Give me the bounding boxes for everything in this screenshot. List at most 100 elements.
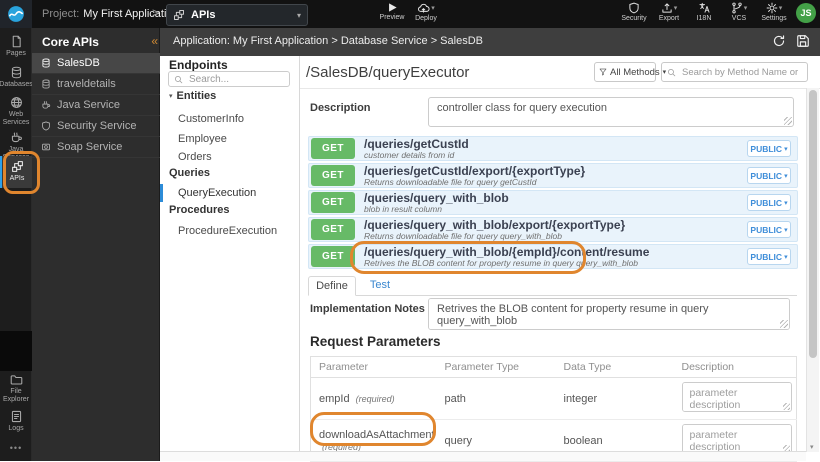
endpoint-row-query-with-blob[interactable]: GET /queries/query_with_blob blob in res… <box>308 190 798 215</box>
soap-icon <box>41 142 51 152</box>
wave-logo-icon <box>7 5 25 23</box>
left-sidebar: Pages Databases Web Services Java Servic… <box>0 28 33 461</box>
endpoint-row-getcustid-export[interactable]: GET /queries/getCustId/export/{exportTyp… <box>308 163 798 188</box>
method-search-input[interactable] <box>680 65 802 79</box>
core-api-item-traveldetails[interactable]: traveldetails <box>32 74 160 95</box>
deploy-button[interactable]: ▾ Deploy <box>408 2 444 22</box>
breadcrumb-separator: > <box>152 5 160 20</box>
procedures-section-header[interactable]: Procedures <box>169 204 230 216</box>
methods-filter-dropdown[interactable]: All Methods ▾ <box>594 62 666 82</box>
access-level-dropdown[interactable]: PUBLIC ▾ <box>747 248 791 265</box>
get-method-badge: GET <box>311 192 355 213</box>
core-api-item-salesdb[interactable]: SalesDB <box>32 53 160 74</box>
api-icon <box>11 160 24 173</box>
chevron-down-icon: ▾ <box>431 5 435 12</box>
implementation-notes-textarea[interactable]: Retrives the BLOB content for property r… <box>428 298 790 330</box>
scrollbar-down-arrow[interactable]: ▾ <box>810 443 814 451</box>
access-level-dropdown[interactable]: PUBLIC ▾ <box>747 194 791 211</box>
access-level-dropdown[interactable]: PUBLIC ▾ <box>747 140 791 157</box>
endpoints-search[interactable] <box>168 71 290 87</box>
search-icon <box>174 75 183 84</box>
endpoint-summary: Returns downloadable file for query getC… <box>364 177 537 187</box>
sidebar-item-pages[interactable]: Pages <box>0 35 32 58</box>
access-level-dropdown[interactable]: PUBLIC ▾ <box>747 221 791 238</box>
security-button[interactable]: Security <box>621 2 647 22</box>
request-parameters-table: Parameter Parameter Type Data Type Descr… <box>310 356 797 462</box>
save-icon[interactable] <box>796 34 810 48</box>
settings-button[interactable]: ▾ Settings <box>761 2 787 22</box>
sidebar-item-apis[interactable]: APIs <box>0 156 32 189</box>
preview-button[interactable]: Preview <box>374 2 410 21</box>
perspective-dropdown[interactable]: APIs ▾ <box>166 4 308 26</box>
col-data-type: Data Type <box>555 356 674 378</box>
endpoint-row-query-with-blob-content-resume[interactable]: GET /queries/query_with_blob/{empId}/con… <box>308 244 798 269</box>
endpoint-item-orders[interactable]: Orders <box>160 148 299 166</box>
sidebar-more-button[interactable]: ••• <box>0 443 32 453</box>
application-breadcrumb: Application: My First Application > Data… <box>173 35 483 47</box>
sidebar-item-web-services[interactable]: Web Services <box>0 96 32 127</box>
param-description-textarea[interactable] <box>681 424 792 454</box>
endpoint-item-procedureexecution[interactable]: ProcedureExecution <box>160 222 299 240</box>
chevron-down-icon: ▾ <box>296 10 301 20</box>
main-scrollbar[interactable]: ▾ <box>806 88 819 452</box>
chevron-down-icon: ▾ <box>784 172 788 180</box>
endpoints-search-input[interactable] <box>187 72 277 86</box>
chevron-down-icon: ▾ <box>784 253 788 261</box>
i18n-button[interactable]: I18N <box>691 2 717 22</box>
get-method-badge: GET <box>311 219 355 240</box>
app-logo[interactable] <box>0 0 32 28</box>
endpoint-item-queryexecution[interactable]: QueryExecution <box>160 184 299 202</box>
tab-define[interactable]: Define <box>308 276 356 296</box>
translate-icon <box>698 2 711 14</box>
chevron-down-icon: ▾ <box>778 5 783 12</box>
description-textarea[interactable]: controller class for query execution <box>428 97 794 127</box>
scrollbar-thumb[interactable] <box>809 90 817 358</box>
sidebar-item-file-explorer[interactable]: File Explorer <box>0 373 32 404</box>
page-icon <box>10 35 23 48</box>
param-type: path <box>444 392 466 405</box>
endpoint-item-employee[interactable]: Employee <box>160 130 299 148</box>
vcs-button[interactable]: ▾ VCS <box>726 2 752 22</box>
implementation-notes-wrap: Retrives the BLOB content for property r… <box>428 298 790 330</box>
chevron-down-icon: ▾ <box>743 5 748 12</box>
col-parameter-type: Parameter Type <box>436 356 556 378</box>
globe-icon <box>10 96 23 109</box>
core-api-item-soap-service[interactable]: Soap Service <box>32 137 160 158</box>
core-apis-title: Core APIs <box>42 35 99 49</box>
access-level-dropdown[interactable]: PUBLIC ▾ <box>747 167 791 184</box>
refresh-icon[interactable] <box>772 34 786 48</box>
endpoint-summary: customer details from id <box>364 150 455 160</box>
param-description-wrap <box>681 382 792 412</box>
endpoint-summary: blob in result column <box>364 204 442 214</box>
col-description: Description <box>673 356 797 378</box>
endpoint-item-customerinfo[interactable]: CustomerInfo <box>160 110 299 128</box>
param-required: (required) <box>322 441 362 452</box>
collapse-panel-icon[interactable]: « <box>151 34 158 48</box>
endpoint-row-query-with-blob-export[interactable]: GET /queries/query_with_blob/export/{exp… <box>308 217 798 242</box>
search-icon <box>667 68 676 77</box>
core-api-item-security-service[interactable]: Security Service <box>32 116 160 137</box>
entities-section-header[interactable]: ▾ Entities <box>169 90 216 102</box>
log-file-icon <box>10 410 23 423</box>
request-parameters-title: Request Parameters <box>310 334 441 349</box>
sidebar-item-databases[interactable]: Databases <box>0 66 33 89</box>
user-avatar[interactable]: JS <box>796 3 816 23</box>
header-divider <box>300 88 820 89</box>
queries-section-header[interactable]: Queries <box>169 167 210 179</box>
endpoint-summary: Retrives the BLOB content for property r… <box>364 258 639 268</box>
export-button[interactable]: ▾ Export <box>656 2 682 22</box>
tab-test[interactable]: Test <box>360 276 400 296</box>
triangle-down-icon: ▾ <box>169 93 173 100</box>
core-api-item-java-service[interactable]: Java Service <box>32 95 160 116</box>
chevron-down-icon: ▾ <box>784 199 788 207</box>
gear-icon <box>766 2 778 14</box>
footer-strip <box>160 451 806 461</box>
method-search[interactable] <box>661 62 808 82</box>
endpoint-row-getcustid[interactable]: GET /queries/getCustId customer details … <box>308 136 798 161</box>
folder-icon <box>10 373 23 386</box>
cloud-upload-icon <box>417 2 430 14</box>
sidebar-item-logs[interactable]: Logs <box>0 410 32 433</box>
description-label: Description <box>310 102 371 114</box>
project-name: My First Application <box>83 8 179 20</box>
param-description-textarea[interactable] <box>681 382 792 412</box>
